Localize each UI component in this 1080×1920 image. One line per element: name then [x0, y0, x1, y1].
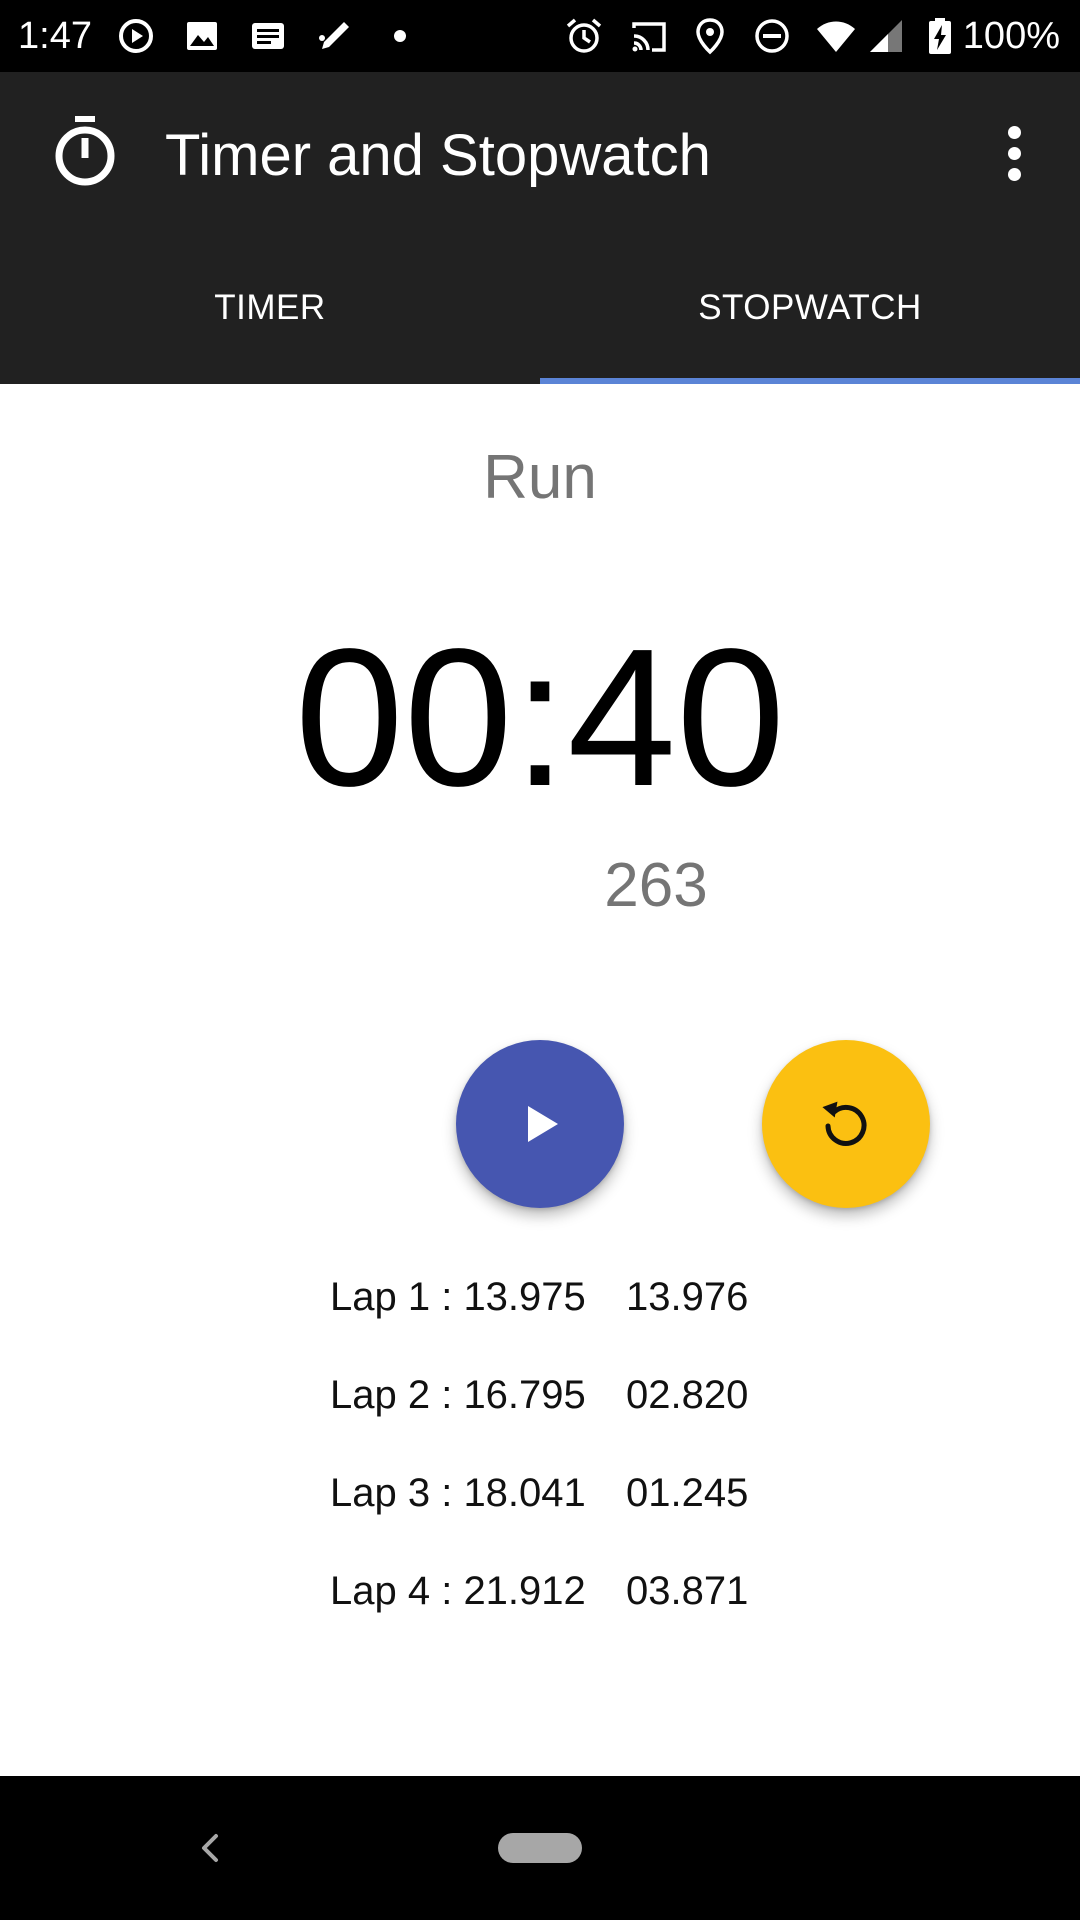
lap-label: Lap 1 : 13.975: [330, 1275, 586, 1319]
lap-label: Lap 3 : 18.041: [330, 1471, 586, 1515]
alarm-icon: [564, 16, 604, 56]
play-icon: [528, 1106, 558, 1142]
dot-icon: [380, 16, 420, 56]
signal-icon: [866, 16, 906, 56]
lap-row: Lap 3 : 18.041 01.245: [0, 1458, 1080, 1528]
image-icon: [182, 16, 222, 56]
lap-split: 13.976: [626, 1275, 749, 1319]
lap-row: Lap 4 : 21.912 03.871: [0, 1556, 1080, 1626]
play-circle-icon: [116, 16, 156, 56]
app-bar: Timer and Stopwatch: [0, 72, 1080, 232]
home-button[interactable]: [498, 1833, 582, 1863]
cast-icon: [628, 16, 668, 56]
news-icon: [248, 16, 288, 56]
elapsed-time: 00:40: [294, 608, 786, 827]
tab-indicator: [540, 378, 1080, 384]
back-icon[interactable]: [188, 1824, 228, 1872]
reset-button[interactable]: [762, 1040, 930, 1208]
lap-label: Lap 2 : 16.795: [330, 1373, 586, 1417]
reset-icon: [822, 1101, 867, 1146]
tab-bar: TIMER STOPWATCH: [0, 232, 1080, 384]
wifi-icon: [816, 16, 856, 56]
lap-split: 02.820: [626, 1373, 749, 1417]
lap-split: 01.245: [626, 1471, 749, 1515]
lap-row: Lap 1 : 13.975 13.976: [0, 1262, 1080, 1332]
elapsed-millis: 263: [604, 851, 708, 920]
stopwatch-icon: [50, 114, 120, 190]
battery-percent: 100%: [962, 15, 1060, 57]
location-icon: [690, 16, 730, 56]
status-time: 1:47: [18, 15, 92, 57]
tab-timer[interactable]: TIMER: [0, 232, 540, 384]
app-title: Timer and Stopwatch: [165, 123, 711, 188]
status-bar: 1:47 100%: [0, 0, 1080, 72]
pen-icon: [314, 16, 354, 56]
lap-label: Lap 4 : 21.912: [330, 1569, 586, 1613]
battery-charging-icon: [920, 16, 960, 56]
overflow-menu-icon[interactable]: [984, 118, 1044, 188]
tab-stopwatch[interactable]: STOPWATCH: [540, 232, 1080, 384]
lap-row: Lap 2 : 16.795 02.820: [0, 1360, 1080, 1430]
stopwatch-label: Run: [483, 443, 597, 512]
lap-split: 03.871: [626, 1569, 749, 1613]
do-not-disturb-icon: [752, 16, 792, 56]
play-button[interactable]: [456, 1040, 624, 1208]
